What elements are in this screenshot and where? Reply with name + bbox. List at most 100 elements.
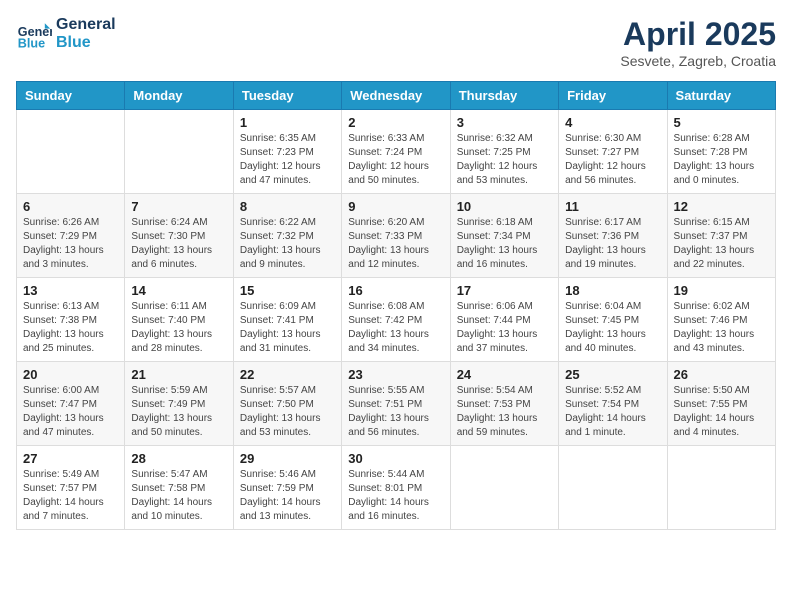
calendar-cell: 4 Sunrise: 6:30 AM Sunset: 7:27 PM Daylig… xyxy=(559,110,667,194)
day-info: Sunrise: 5:57 AM Sunset: 7:50 PM Dayligh… xyxy=(240,384,335,440)
calendar-cell: 8Sunrise: 6:22 AM Sunset: 7:32 PM Daylig… xyxy=(233,194,341,278)
logo-icon: General Blue xyxy=(16,16,52,52)
calendar-cell xyxy=(450,446,558,530)
day-info: Sunrise: 6:17 AM Sunset: 7:36 PM Dayligh… xyxy=(565,216,660,272)
day-number: 26 xyxy=(674,367,769,382)
day-number: 10 xyxy=(457,199,552,214)
weekday-header-sunday: Sunday xyxy=(17,82,125,110)
month-title: April 2025 xyxy=(620,16,776,53)
calendar-cell: 20 Sunrise: 6:00 AM Sunset: 7:47 PM Dayli… xyxy=(17,362,125,446)
day-info: Sunrise: 5:46 AM Sunset: 7:59 PM Dayligh… xyxy=(240,468,335,524)
day-info: Sunrise: 6:20 AM Sunset: 7:33 PM Dayligh… xyxy=(348,216,443,272)
day-info: Sunrise: 6:33 AM Sunset: 7:24 PM Dayligh… xyxy=(348,132,443,188)
day-info: Sunrise: 6:02 AM Sunset: 7:46 PM Dayligh… xyxy=(674,300,769,356)
day-info: Sunrise: 6:28 AM Sunset: 7:28 PM Dayligh… xyxy=(674,132,769,188)
logo-general: General xyxy=(56,16,116,34)
calendar-cell: 5 Sunrise: 6:28 AM Sunset: 7:28 PM Daylig… xyxy=(667,110,775,194)
day-number: 29 xyxy=(240,451,335,466)
logo: General Blue General Blue xyxy=(16,16,116,52)
weekday-header-tuesday: Tuesday xyxy=(233,82,341,110)
calendar-cell: 25 Sunrise: 5:52 AM Sunset: 7:54 PM Dayli… xyxy=(559,362,667,446)
calendar-cell: 24 Sunrise: 5:54 AM Sunset: 7:53 PM Dayli… xyxy=(450,362,558,446)
day-number: 21 xyxy=(131,367,226,382)
day-number: 20 xyxy=(23,367,118,382)
day-number: 14 xyxy=(131,283,226,298)
day-info: Sunrise: 5:52 AM Sunset: 7:54 PM Dayligh… xyxy=(565,384,660,440)
day-number: 11 xyxy=(565,199,660,214)
day-number: 23 xyxy=(348,367,443,382)
day-number: 24 xyxy=(457,367,552,382)
day-number: 15 xyxy=(240,283,335,298)
day-info: Sunrise: 6:13 AM Sunset: 7:38 PM Dayligh… xyxy=(23,300,118,356)
calendar-cell: 15 Sunrise: 6:09 AM Sunset: 7:41 PM Dayli… xyxy=(233,278,341,362)
calendar-cell: 26Sunrise: 5:50 AM Sunset: 7:55 PM Dayli… xyxy=(667,362,775,446)
calendar-cell: 10Sunrise: 6:18 AM Sunset: 7:34 PM Dayli… xyxy=(450,194,558,278)
day-number: 6 xyxy=(23,199,118,214)
day-number: 1 xyxy=(240,115,335,130)
calendar-cell: 16Sunrise: 6:08 AM Sunset: 7:42 PM Dayli… xyxy=(342,278,450,362)
weekday-header-saturday: Saturday xyxy=(667,82,775,110)
calendar-cell: 18Sunrise: 6:04 AM Sunset: 7:45 PM Dayli… xyxy=(559,278,667,362)
day-number: 28 xyxy=(131,451,226,466)
calendar-table: SundayMondayTuesdayWednesdayThursdayFrid… xyxy=(16,81,776,530)
calendar-cell xyxy=(125,110,233,194)
day-info: Sunrise: 5:55 AM Sunset: 7:51 PM Dayligh… xyxy=(348,384,443,440)
day-number: 19 xyxy=(674,283,769,298)
day-number: 5 xyxy=(674,115,769,130)
day-number: 17 xyxy=(457,283,552,298)
calendar-week-3: 13 Sunrise: 6:13 AM Sunset: 7:38 PM Dayli… xyxy=(17,278,776,362)
day-info: Sunrise: 6:35 AM Sunset: 7:23 PM Dayligh… xyxy=(240,132,335,188)
day-info: Sunrise: 6:09 AM Sunset: 7:41 PM Dayligh… xyxy=(240,300,335,356)
calendar-cell xyxy=(559,446,667,530)
calendar-cell: 6 Sunrise: 6:26 AM Sunset: 7:29 PM Daylig… xyxy=(17,194,125,278)
day-number: 18 xyxy=(565,283,660,298)
calendar-week-4: 20 Sunrise: 6:00 AM Sunset: 7:47 PM Dayli… xyxy=(17,362,776,446)
day-number: 9 xyxy=(348,199,443,214)
calendar-cell: 7Sunrise: 6:24 AM Sunset: 7:30 PM Daylig… xyxy=(125,194,233,278)
day-number: 12 xyxy=(674,199,769,214)
day-number: 30 xyxy=(348,451,443,466)
calendar-cell: 19 Sunrise: 6:02 AM Sunset: 7:46 PM Dayli… xyxy=(667,278,775,362)
calendar-cell: 2 Sunrise: 6:33 AM Sunset: 7:24 PM Daylig… xyxy=(342,110,450,194)
day-number: 25 xyxy=(565,367,660,382)
calendar-cell: 17 Sunrise: 6:06 AM Sunset: 7:44 PM Dayli… xyxy=(450,278,558,362)
location-subtitle: Sesvete, Zagreb, Croatia xyxy=(620,53,776,69)
day-number: 16 xyxy=(348,283,443,298)
day-info: Sunrise: 6:00 AM Sunset: 7:47 PM Dayligh… xyxy=(23,384,118,440)
day-number: 4 xyxy=(565,115,660,130)
weekday-header-thursday: Thursday xyxy=(450,82,558,110)
calendar-cell: 13 Sunrise: 6:13 AM Sunset: 7:38 PM Dayli… xyxy=(17,278,125,362)
day-info: Sunrise: 5:47 AM Sunset: 7:58 PM Dayligh… xyxy=(131,468,226,524)
day-info: Sunrise: 6:06 AM Sunset: 7:44 PM Dayligh… xyxy=(457,300,552,356)
day-number: 2 xyxy=(348,115,443,130)
calendar-cell xyxy=(667,446,775,530)
calendar-week-2: 6 Sunrise: 6:26 AM Sunset: 7:29 PM Daylig… xyxy=(17,194,776,278)
calendar-cell: 23 Sunrise: 5:55 AM Sunset: 7:51 PM Dayli… xyxy=(342,362,450,446)
day-number: 22 xyxy=(240,367,335,382)
calendar-cell: 12Sunrise: 6:15 AM Sunset: 7:37 PM Dayli… xyxy=(667,194,775,278)
day-info: Sunrise: 6:11 AM Sunset: 7:40 PM Dayligh… xyxy=(131,300,226,356)
calendar-cell: 27Sunrise: 5:49 AM Sunset: 7:57 PM Dayli… xyxy=(17,446,125,530)
weekday-header-row: SundayMondayTuesdayWednesdayThursdayFrid… xyxy=(17,82,776,110)
day-info: Sunrise: 6:26 AM Sunset: 7:29 PM Dayligh… xyxy=(23,216,118,272)
day-info: Sunrise: 5:59 AM Sunset: 7:49 PM Dayligh… xyxy=(131,384,226,440)
calendar-week-1: 1 Sunrise: 6:35 AM Sunset: 7:23 PM Daylig… xyxy=(17,110,776,194)
weekday-header-monday: Monday xyxy=(125,82,233,110)
calendar-cell: 28 Sunrise: 5:47 AM Sunset: 7:58 PM Dayli… xyxy=(125,446,233,530)
calendar-cell: 29 Sunrise: 5:46 AM Sunset: 7:59 PM Dayli… xyxy=(233,446,341,530)
page-header: General Blue General Blue April 2025 Ses… xyxy=(16,16,776,69)
calendar-cell: 1 Sunrise: 6:35 AM Sunset: 7:23 PM Daylig… xyxy=(233,110,341,194)
day-info: Sunrise: 6:32 AM Sunset: 7:25 PM Dayligh… xyxy=(457,132,552,188)
weekday-header-friday: Friday xyxy=(559,82,667,110)
logo-blue: Blue xyxy=(56,34,116,52)
calendar-cell: 9 Sunrise: 6:20 AM Sunset: 7:33 PM Daylig… xyxy=(342,194,450,278)
calendar-cell: 14 Sunrise: 6:11 AM Sunset: 7:40 PM Dayli… xyxy=(125,278,233,362)
day-number: 8 xyxy=(240,199,335,214)
day-number: 13 xyxy=(23,283,118,298)
calendar-cell xyxy=(17,110,125,194)
day-info: Sunrise: 5:54 AM Sunset: 7:53 PM Dayligh… xyxy=(457,384,552,440)
day-info: Sunrise: 6:30 AM Sunset: 7:27 PM Dayligh… xyxy=(565,132,660,188)
day-info: Sunrise: 5:49 AM Sunset: 7:57 PM Dayligh… xyxy=(23,468,118,524)
day-number: 7 xyxy=(131,199,226,214)
weekday-header-wednesday: Wednesday xyxy=(342,82,450,110)
